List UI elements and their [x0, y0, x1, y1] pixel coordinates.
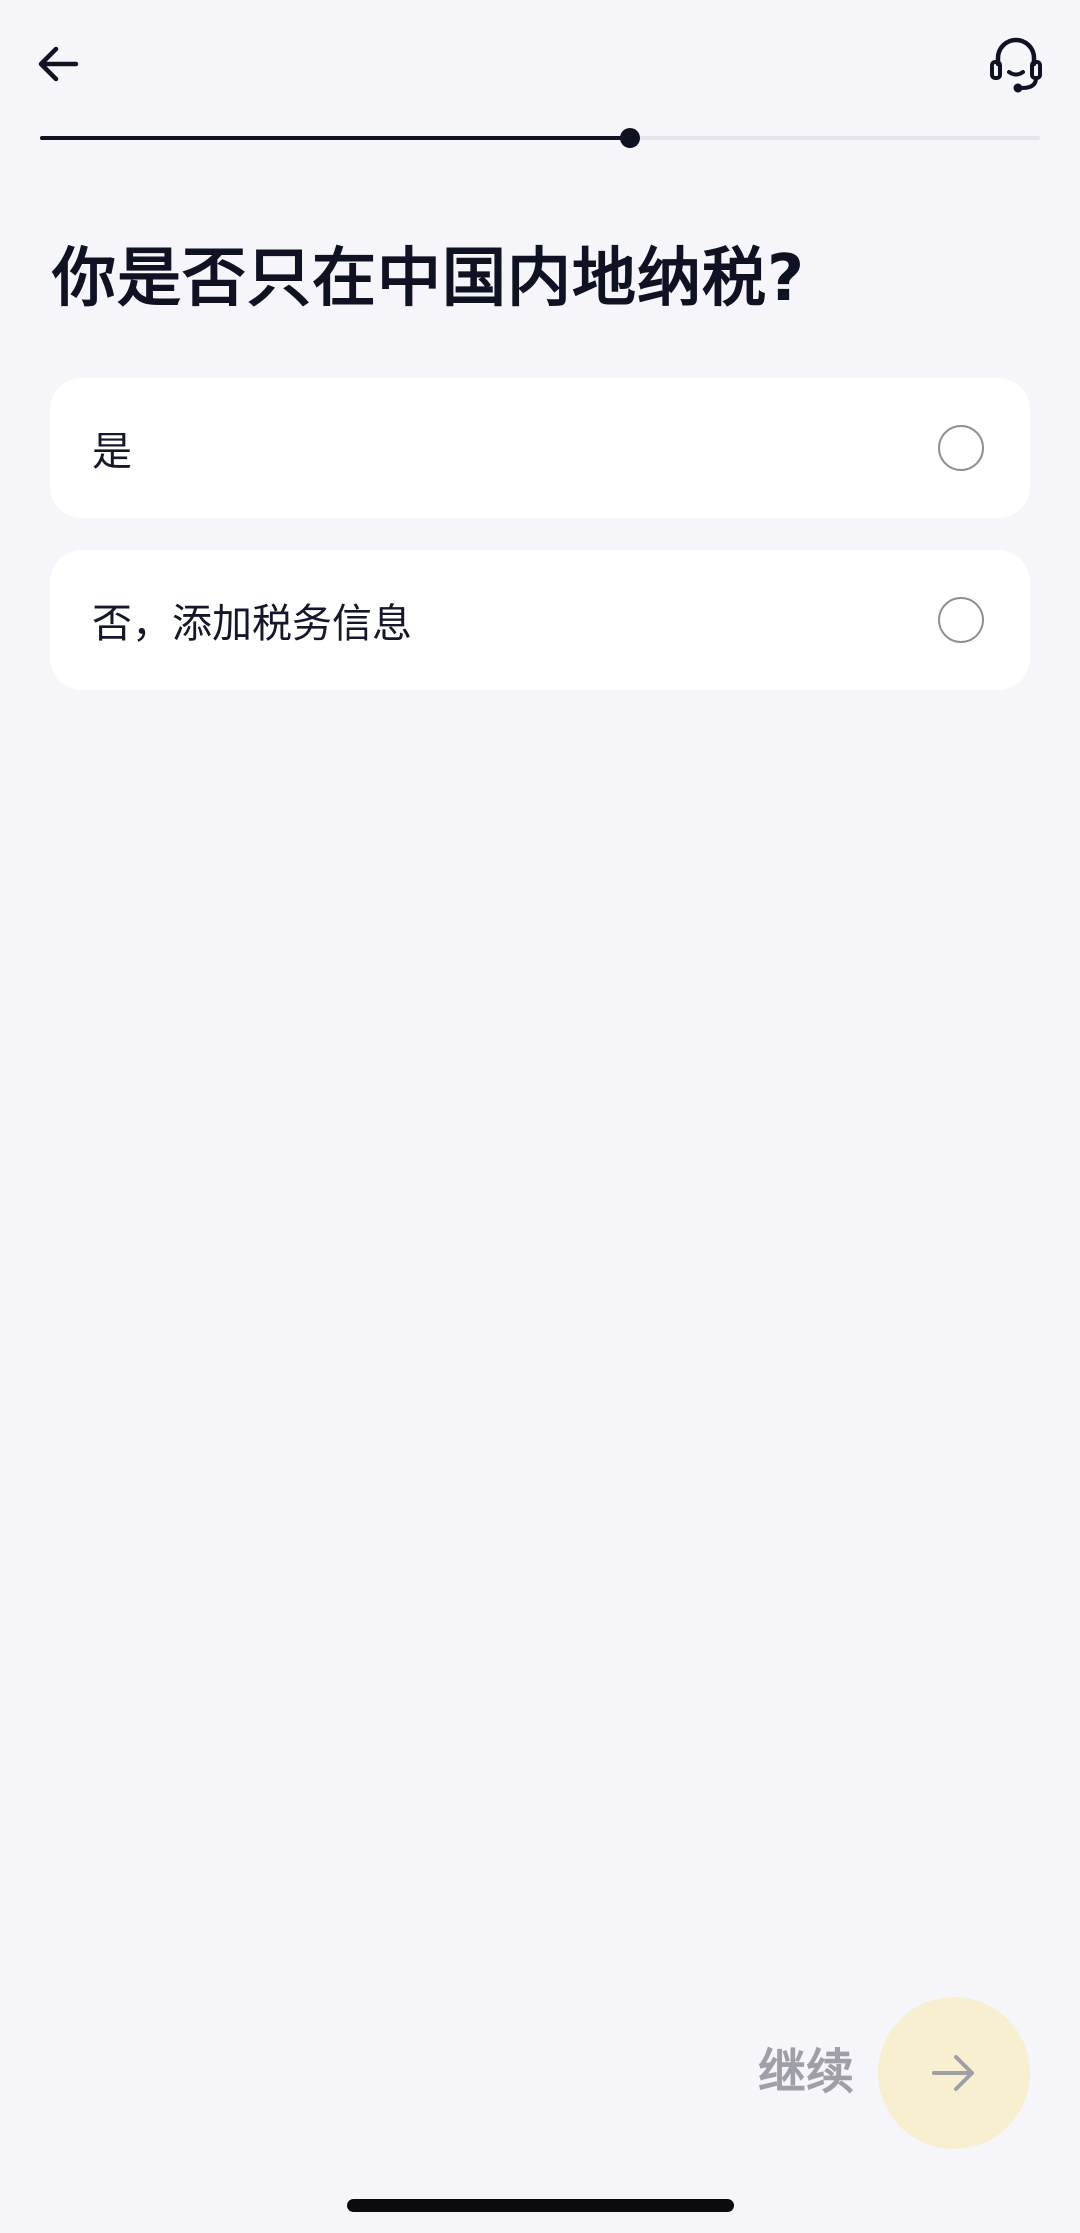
progress-bar [40, 128, 1040, 148]
radio-button-no[interactable] [938, 597, 984, 643]
continue-button[interactable] [878, 1997, 1030, 2149]
option-yes[interactable]: 是 [50, 378, 1030, 518]
arrow-right-icon [932, 2055, 974, 2091]
option-label: 否，添加税务信息 [92, 601, 412, 647]
headset-icon [990, 37, 1042, 93]
option-label: 是 [92, 429, 132, 475]
back-button[interactable] [26, 32, 90, 96]
question-title: 你是否只在中国内地纳税? [52, 242, 806, 316]
answer-options: 是 否，添加税务信息 [50, 378, 1030, 722]
top-bar [0, 0, 1080, 125]
continue-label: 继续 [758, 2044, 855, 2100]
arrow-left-icon [38, 46, 79, 82]
home-indicator [347, 2199, 734, 2212]
radio-button-yes[interactable] [938, 425, 984, 471]
customer-support-button[interactable] [980, 28, 1052, 100]
progress-bar-fill [40, 136, 630, 140]
progress-bar-knob [620, 128, 640, 148]
option-no-add-tax-info[interactable]: 否，添加税务信息 [50, 550, 1030, 690]
